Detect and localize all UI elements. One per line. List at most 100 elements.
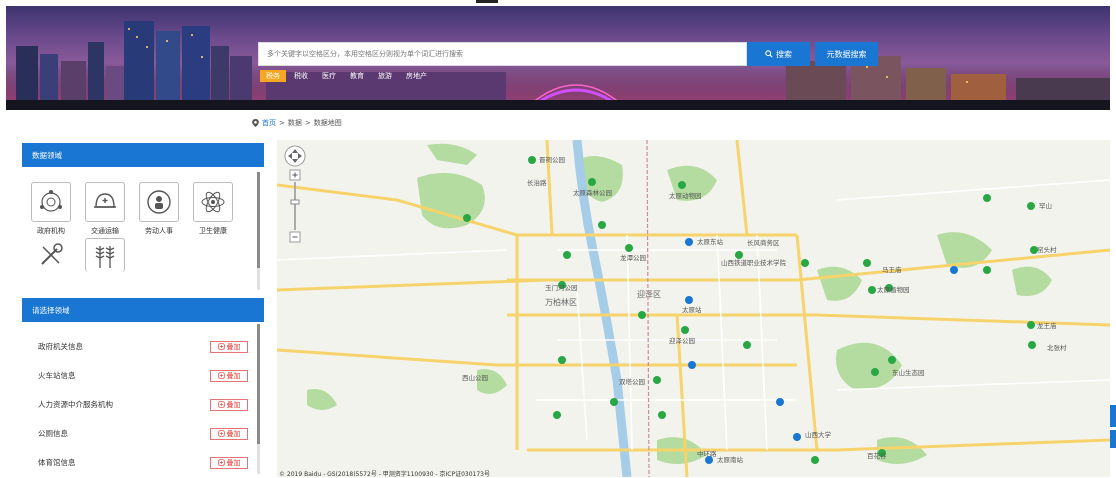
map-district-label: 万柏林区 (545, 297, 577, 307)
layer-icon (217, 401, 225, 408)
search-button-label: 搜索 (776, 49, 792, 59)
tag-item[interactable]: 税收 (288, 70, 314, 82)
layer-icon (217, 372, 225, 379)
map-label: 山西铁道职业技术学院 (721, 258, 787, 267)
list-item: 公厕信息 叠加 (22, 419, 258, 448)
map-label: 玉门河公园 (545, 283, 578, 292)
domain-panel-title: 数据领域 (22, 143, 264, 167)
breadcrumb-current: 数据地图 (313, 119, 342, 127)
map-label: 罕山 (1039, 201, 1052, 210)
domain-item-agriculture[interactable] (78, 238, 132, 272)
domain-item-health[interactable]: 卫生健康 (186, 182, 240, 236)
breadcrumb: 首页 > 数据 > 数据地图 (252, 118, 342, 128)
map-label: 迎泽公园 (669, 336, 695, 345)
atom-icon (193, 182, 233, 222)
add-layer-button[interactable]: 叠加 (210, 369, 248, 382)
map-label: 西山公园 (462, 373, 488, 382)
railway-line (646, 140, 650, 477)
domain-item-tools[interactable] (24, 238, 78, 272)
tag-item[interactable]: 教育 (344, 70, 370, 82)
add-layer-button[interactable]: 叠加 (210, 340, 248, 353)
domain-panel-scroll-thumb[interactable] (257, 172, 260, 268)
side-tab[interactable] (1110, 405, 1116, 427)
domain-item-transport[interactable]: 交通运输 (78, 182, 132, 236)
map-label: 中环路 (697, 449, 717, 458)
data-map[interactable]: 晋祠公园 太原森林公园 太原动物园 太原东站 山西铁道职业技术学院 龙潭公园 玉… (277, 140, 1110, 477)
select-panel-title: 请选择领域 (22, 298, 264, 322)
domain-item-label: 劳动人事 (145, 227, 173, 235)
add-layer-button[interactable]: 叠加 (210, 456, 248, 469)
add-layer-label: 叠加 (226, 400, 241, 409)
list-item-label: 公厕信息 (38, 429, 68, 438)
map-label: 太原动物园 (669, 191, 702, 200)
metadata-search-label: 元数据搜索 (826, 49, 867, 59)
list-item: 人力资源中介服务机构 叠加 (22, 390, 258, 419)
breadcrumb-home[interactable]: 首页 (262, 118, 276, 128)
layer-icon (217, 459, 225, 466)
tag-item[interactable]: 税务 (260, 70, 286, 82)
list-item-label: 人力资源中介服务机构 (38, 400, 113, 409)
search-button[interactable]: 搜索 (747, 42, 810, 66)
select-panel: 请选择领域 (22, 298, 264, 322)
map-label: 晋祠公园 (539, 155, 565, 164)
domain-panel: 数据领域 (22, 143, 264, 167)
metadata-search-button[interactable]: 元数据搜索 (815, 42, 878, 66)
map-label: 山西大学 (805, 430, 832, 439)
add-layer-label: 叠加 (226, 429, 241, 438)
helmet-icon (85, 182, 125, 222)
domain-icon-grid: 政府机构 交通运输 劳动人事 卫生健康 (24, 182, 254, 272)
hot-tags: 税务 税收 医疗 教育 旅游 房地产 (260, 70, 433, 82)
map-canvas[interactable]: 晋祠公园 太原森林公园 太原动物园 太原东站 山西铁道职业技术学院 龙潭公园 玉… (277, 140, 1110, 477)
tools-icon (31, 238, 71, 272)
wheat-icon (85, 238, 125, 272)
search-box[interactable] (258, 42, 762, 66)
people-icon (139, 182, 179, 222)
map-label: 长风商务区 (747, 238, 780, 247)
add-layer-button[interactable]: 叠加 (210, 398, 248, 411)
tag-item[interactable]: 房地产 (400, 70, 433, 82)
domain-item-label: 政府机构 (37, 227, 65, 235)
map-label: 窑头村 (1037, 245, 1057, 254)
list-item-label: 体育馆信息 (38, 458, 76, 467)
add-layer-label: 叠加 (226, 458, 241, 467)
layer-icon (217, 430, 225, 437)
tag-item[interactable]: 旅游 (372, 70, 398, 82)
domain-item-label: 卫生健康 (199, 227, 227, 235)
map-label: 双塔公园 (619, 377, 645, 386)
map-label: 太原南站 (717, 455, 744, 464)
breadcrumb-separator: > (279, 119, 285, 127)
map-district-label: 迎泽区 (637, 289, 661, 299)
breadcrumb-data[interactable]: 数据 (288, 118, 302, 128)
list-item: 体育馆信息 叠加 (22, 448, 258, 477)
list-item: 火车站信息 叠加 (22, 361, 258, 390)
add-layer-button[interactable]: 叠加 (210, 427, 248, 440)
map-place-labels: 晋祠公园 太原森林公园 太原动物园 太原东站 山西铁道职业技术学院 龙潭公园 玉… (462, 155, 1067, 464)
domain-list: 政府机关信息 叠加 火车站信息 叠加 人力资源中介服务机构 叠加 公厕信息 叠加… (22, 332, 258, 477)
domain-item-labor[interactable]: 劳动人事 (132, 182, 186, 236)
breadcrumb-separator: > (304, 119, 311, 127)
map-label: 龙王庙 (1037, 321, 1057, 330)
list-item-label: 火车站信息 (38, 371, 76, 380)
map-label: 太原东站 (697, 237, 724, 246)
add-layer-label: 叠加 (226, 371, 241, 380)
list-item-label: 政府机关信息 (38, 342, 83, 351)
domain-item-government[interactable]: 政府机构 (24, 182, 78, 236)
tag-item[interactable]: 医疗 (316, 70, 342, 82)
map-label: 东山生态园 (892, 368, 925, 377)
map-label: 太原植物园 (877, 285, 910, 294)
map-label: 马王庙 (882, 265, 902, 274)
search-icon (765, 50, 773, 58)
location-pin-icon (252, 119, 259, 127)
map-nav-control[interactable] (284, 145, 306, 243)
layer-icon (217, 343, 225, 350)
top-indicator (476, 0, 498, 3)
side-tab[interactable] (1110, 430, 1116, 448)
government-icon (31, 182, 71, 222)
list-scroll-thumb[interactable] (257, 324, 260, 444)
map-label: 长治路 (527, 178, 547, 187)
map-label: 百花谷 (867, 451, 887, 460)
search-input[interactable] (259, 43, 762, 65)
map-label: 龙潭公园 (620, 253, 646, 262)
domain-item-label: 交通运输 (91, 227, 119, 235)
map-label: 太原森林公园 (573, 188, 612, 197)
